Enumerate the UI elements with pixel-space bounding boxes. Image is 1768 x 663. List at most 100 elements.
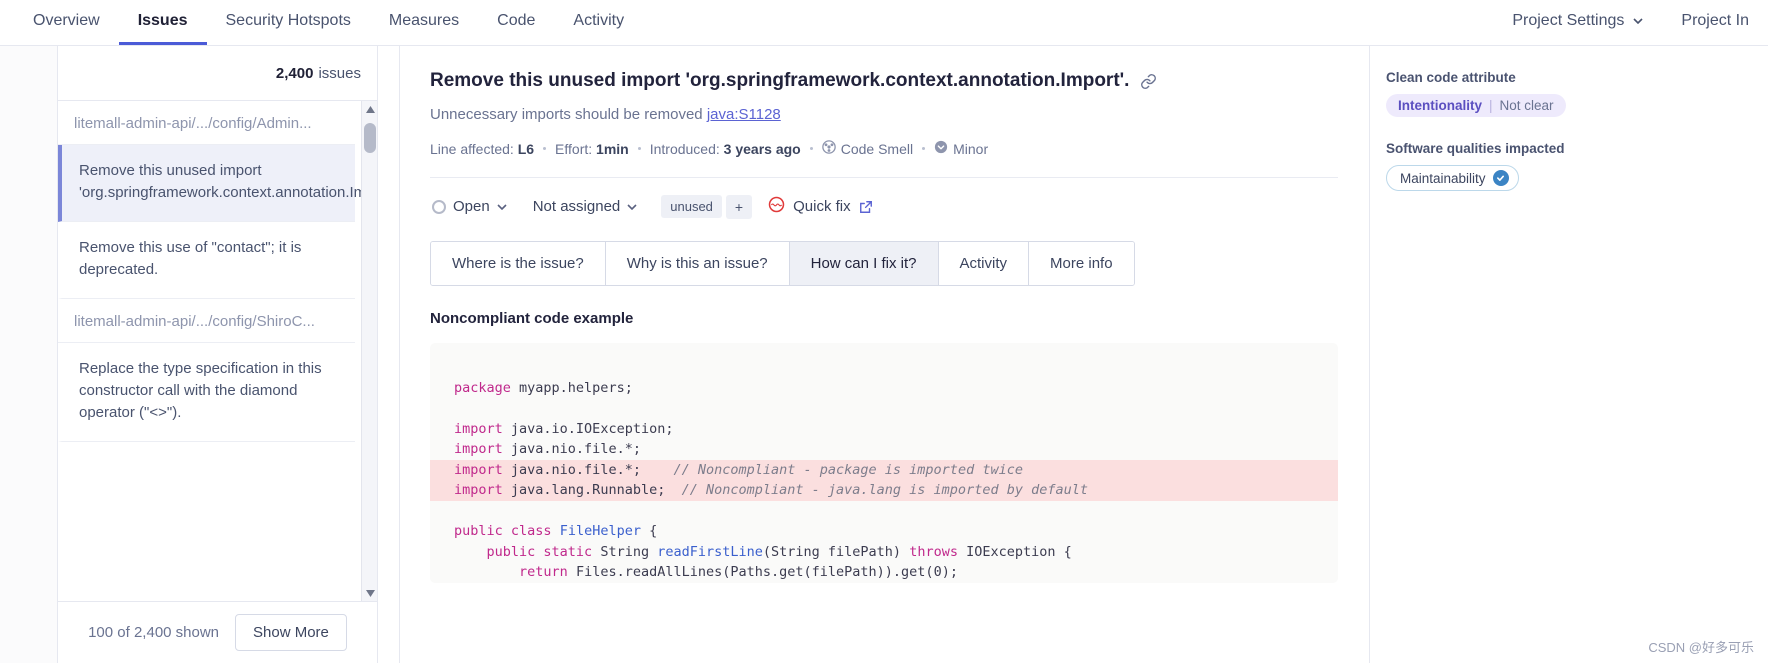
clean-code-attribute-value: Intentionality xyxy=(1398,98,1482,113)
clean-code-attribute-chip[interactable]: Intentionality | Not clear xyxy=(1386,94,1566,117)
issue-title-row: Remove this unused import 'org.springfra… xyxy=(430,68,1338,94)
issue-severity-chip: Minor xyxy=(934,140,988,157)
tab-where-is-the-issue[interactable]: Where is the issue? xyxy=(431,242,606,285)
issues-scrollbar[interactable] xyxy=(361,101,377,601)
nav-left-group: Overview Issues Security Hotspots Measures C… xyxy=(0,0,643,45)
issue-header: Remove this unused import 'org.springfra… xyxy=(400,46,1368,157)
quality-maintainability-chip[interactable]: Maintainability xyxy=(1386,165,1519,191)
external-link-icon xyxy=(859,200,873,214)
nav-item-label: Code xyxy=(497,12,536,29)
nav-item-overview[interactable]: Overview xyxy=(14,0,119,45)
code-snippet: package myapp.helpers; import java.io.IO… xyxy=(430,357,1338,583)
issue-type-label: Code Smell xyxy=(840,140,914,157)
assignee-label: Not assigned xyxy=(532,198,621,215)
issues-count-label: issues xyxy=(318,64,361,82)
rule-key-link[interactable]: java:S1128 xyxy=(707,106,781,123)
issue-list-item[interactable]: Remove this use of "contact"; it is depr… xyxy=(58,222,355,299)
nav-item-project-settings[interactable]: Project Settings xyxy=(1493,0,1662,45)
meta-separator xyxy=(543,147,547,150)
tab-activity[interactable]: Activity xyxy=(938,242,1030,285)
issue-meta-line: Line affected: L6 Effort: 1min Introduce… xyxy=(430,140,1338,157)
scrollbar-thumb[interactable] xyxy=(364,123,376,153)
top-navigation: Overview Issues Security Hotspots Measures C… xyxy=(0,0,1768,46)
nav-item-measures[interactable]: Measures xyxy=(370,0,478,45)
nav-item-issues[interactable]: Issues xyxy=(118,0,207,45)
quick-fix-label: Quick fix xyxy=(793,198,851,215)
permalink-icon[interactable] xyxy=(1140,73,1157,90)
nav-item-code[interactable]: Code xyxy=(478,0,554,45)
code-line: package myapp.helpers; xyxy=(454,379,633,396)
issues-count-header: 2,400 issues xyxy=(58,46,377,101)
meta-separator xyxy=(922,147,926,150)
issue-file-path[interactable]: litemall-admin-api/.../config/Admin... xyxy=(58,101,355,145)
issue-list-item[interactable]: Replace the type specification in this c… xyxy=(58,343,355,442)
effort-value: 1min xyxy=(596,140,629,157)
issue-actions-row: Open Not assigned unused + Quick fix xyxy=(400,178,1368,219)
code-line: public class FileHelper { xyxy=(454,523,658,539)
nav-item-label: Issues xyxy=(137,12,188,29)
watermark-text: CSDN @好多可乐 xyxy=(1648,640,1754,655)
nav-item-label: Security Hotspots xyxy=(225,12,351,29)
minor-severity-icon xyxy=(934,140,948,157)
open-status-icon xyxy=(432,199,446,214)
chevron-down-icon xyxy=(497,203,507,210)
code-line-noncompliant: import java.nio.file.*; // Noncompliant … xyxy=(430,459,1338,480)
shown-count-text: 100 of 2,400 shown xyxy=(88,624,220,641)
code-example-title: Noncompliant code example xyxy=(430,310,634,327)
issue-type-chip: Code Smell xyxy=(821,140,914,157)
quality-label: Maintainability xyxy=(1400,170,1486,186)
code-line: import java.io.IOException; xyxy=(454,420,674,437)
nav-item-label: Project In xyxy=(1681,12,1749,29)
introduced-label: Introduced: xyxy=(649,140,720,157)
issue-attributes-rail: Clean code attribute Intentionality | No… xyxy=(1369,46,1768,663)
issue-title: Remove this unused import 'org.springfra… xyxy=(430,70,1130,91)
tab-why-is-this-an-issue[interactable]: Why is this an issue? xyxy=(605,242,790,285)
issue-detail-panel: Remove this unused import 'org.springfra… xyxy=(399,46,1368,663)
nav-item-security-hotspots[interactable]: Security Hotspots xyxy=(207,0,370,45)
issues-list: litemall-admin-api/.../config/Admin... Re… xyxy=(58,101,377,442)
issue-subtitle-row: Unnecessary imports should be removed ja… xyxy=(430,106,1338,123)
code-line: return Files.readAllLines(Paths.get(file… xyxy=(519,564,958,580)
line-affected-value: L6 xyxy=(517,140,535,157)
nav-item-label: Measures xyxy=(388,12,460,29)
scroll-up-icon[interactable] xyxy=(362,101,377,117)
chevron-down-icon xyxy=(627,203,637,210)
effort-label: Effort: xyxy=(555,140,593,157)
issue-subtitle: Unnecessary imports should be removed xyxy=(430,106,703,123)
assignee-dropdown[interactable]: Not assigned xyxy=(531,194,640,219)
issue-list-item-selected[interactable]: Remove this unused import 'org.springfra… xyxy=(58,145,377,222)
line-affected-label: Line affected: xyxy=(430,140,514,157)
chip-divider: | xyxy=(1489,98,1493,113)
severity-badge-icon xyxy=(1492,170,1509,186)
tab-how-can-i-fix-it[interactable]: How can I fix it? xyxy=(789,242,939,285)
clean-code-attribute-label: Clean code attribute xyxy=(1386,70,1516,85)
code-line-noncompliant: import java.lang.Runnable; // Noncomplia… xyxy=(430,480,1338,501)
add-tag-button[interactable]: + xyxy=(725,194,753,219)
tag-unused[interactable]: unused xyxy=(661,195,722,218)
clean-code-attribute-sub: Not clear xyxy=(1499,98,1554,113)
introduced-value: 3 years ago xyxy=(723,140,801,157)
chevron-down-icon xyxy=(1633,18,1643,24)
issues-sidebar: 2,400 issues litemall-admin-api/.../conf… xyxy=(57,46,378,663)
meta-separator xyxy=(809,147,813,150)
status-dropdown[interactable]: Open xyxy=(430,194,509,219)
code-line: public static String readFirstLine(Strin… xyxy=(486,543,1072,560)
show-more-button[interactable]: Show More xyxy=(235,614,347,651)
nav-item-label: Activity xyxy=(573,12,625,29)
issue-file-path[interactable]: litemall-admin-api/.../config/ShiroC... xyxy=(58,299,355,343)
tab-more-info[interactable]: More info xyxy=(1029,242,1134,285)
nav-item-project-in[interactable]: Project In xyxy=(1662,0,1768,45)
left-gutter xyxy=(0,46,57,663)
issues-scroll-area: litemall-admin-api/.../config/Admin... Re… xyxy=(58,101,377,601)
quick-fix-action[interactable]: Quick fix xyxy=(768,196,873,217)
status-label: Open xyxy=(453,198,490,215)
issues-footer: 100 of 2,400 shown Show More xyxy=(58,601,377,663)
issue-severity-label: Minor xyxy=(953,140,989,157)
scroll-down-icon[interactable] xyxy=(362,585,377,601)
nav-item-activity[interactable]: Activity xyxy=(554,0,643,45)
app-root: Overview Issues Security Hotspots Measures C… xyxy=(0,0,1768,663)
nav-item-label: Project Settings xyxy=(1512,12,1625,29)
